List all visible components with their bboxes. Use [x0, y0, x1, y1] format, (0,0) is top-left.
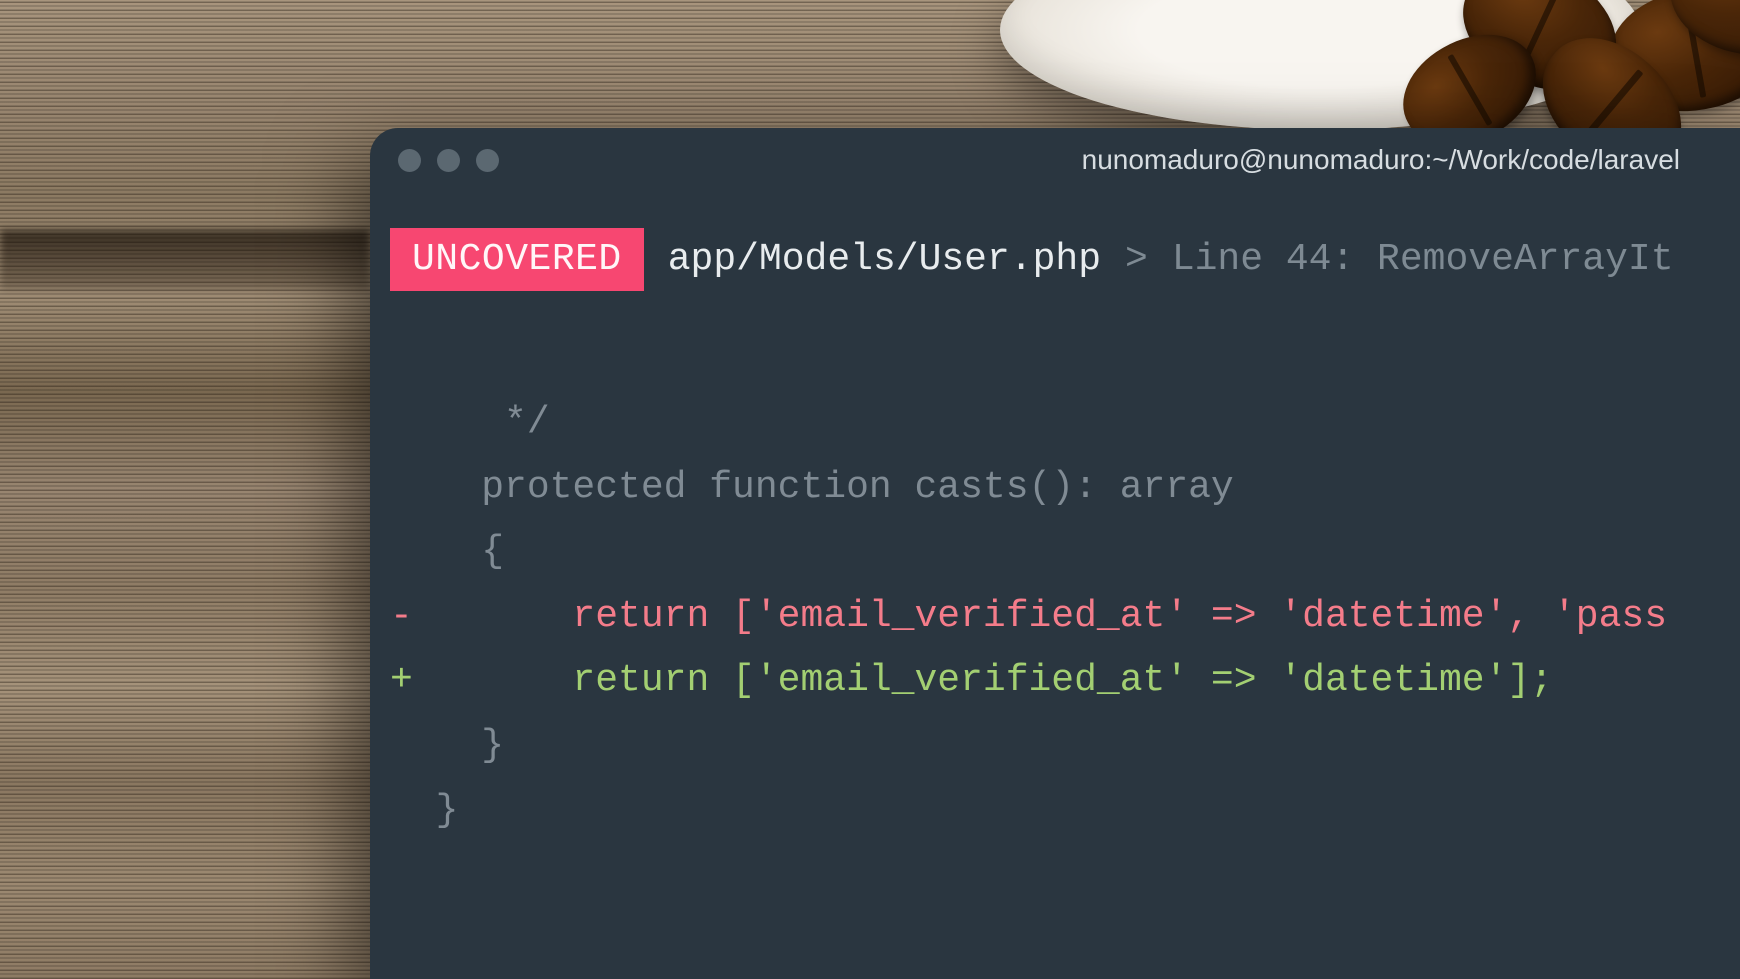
- coverage-badge: UNCOVERED: [390, 228, 644, 291]
- window-title: nunomaduro@nunomaduro:~/Work/code/larave…: [499, 144, 1712, 176]
- minimize-button[interactable]: [437, 149, 460, 172]
- code-line: */: [390, 401, 550, 444]
- diff-block: */ protected function casts(): array { -…: [370, 391, 1740, 843]
- window-titlebar[interactable]: nunomaduro@nunomaduro:~/Work/code/larave…: [370, 128, 1740, 192]
- status-line: UNCOVERED app/Models/User.php > Line 44:…: [370, 228, 1740, 291]
- terminal-content: UNCOVERED app/Models/User.php > Line 44:…: [370, 192, 1740, 843]
- diff-added-line: + return ['email_verified_at' => 'dateti…: [390, 659, 1553, 702]
- mutation-meta: Line 44: RemoveArrayIt: [1172, 238, 1674, 281]
- diff-removed-line: - return ['email_verified_at' => 'dateti…: [390, 595, 1667, 638]
- window-controls: [398, 149, 499, 172]
- wood-plank-gap: [0, 230, 370, 290]
- code-line: }: [390, 724, 504, 767]
- chevron-icon: >: [1125, 238, 1148, 281]
- code-line: {: [390, 530, 504, 573]
- code-line: protected function casts(): array: [390, 466, 1234, 509]
- terminal-window: nunomaduro@nunomaduro:~/Work/code/larave…: [370, 128, 1740, 979]
- file-path: app/Models/User.php: [668, 238, 1101, 281]
- maximize-button[interactable]: [476, 149, 499, 172]
- close-button[interactable]: [398, 149, 421, 172]
- code-line: }: [390, 789, 458, 832]
